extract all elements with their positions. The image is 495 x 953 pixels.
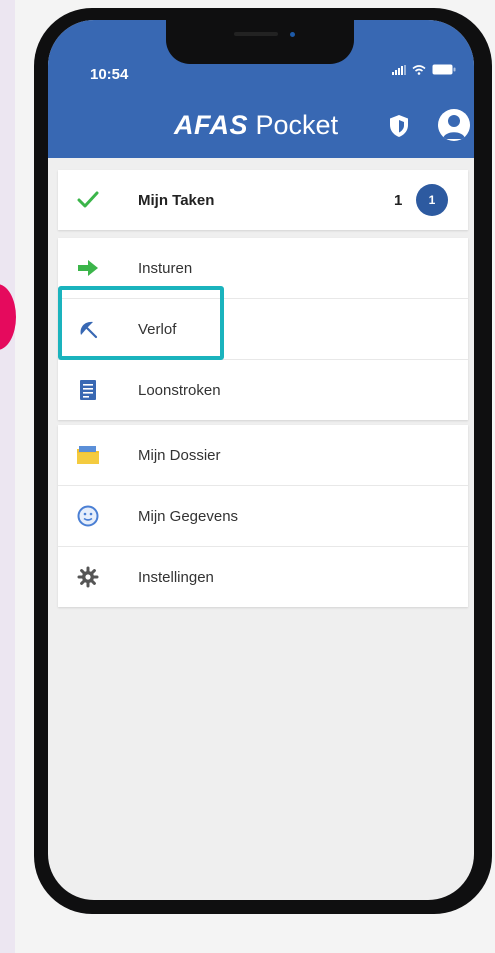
menu-item-label: Insturen bbox=[138, 259, 193, 277]
menu-item-label: Instellingen bbox=[138, 568, 214, 586]
status-icons bbox=[392, 64, 456, 75]
battery-icon bbox=[432, 64, 456, 75]
signal-icon bbox=[392, 64, 406, 75]
phone-notch bbox=[166, 20, 354, 64]
menu-item-label: Mijn Dossier bbox=[138, 446, 221, 464]
menu-item-mijn-gegevens[interactable]: Mijn Gegevens bbox=[58, 485, 468, 546]
menu-item-loonstroken[interactable]: Loonstroken bbox=[58, 359, 468, 420]
app-header: 10:54 AFAS Pocket bbox=[48, 20, 474, 158]
checkmark-icon bbox=[76, 188, 100, 212]
task-badge: 1 bbox=[416, 184, 448, 216]
brand-name: AFAS bbox=[174, 110, 249, 140]
menu-group-1: Insturen Verlof Loonstroken bbox=[58, 238, 468, 420]
app-screen: 10:54 AFAS Pocket Mijn Taken 1 1 Insture… bbox=[48, 20, 474, 900]
document-icon bbox=[76, 378, 100, 402]
brand-suffix: Pocket bbox=[255, 110, 339, 140]
user-avatar[interactable] bbox=[438, 109, 470, 141]
phone-frame: 10:54 AFAS Pocket Mijn Taken 1 1 Insture… bbox=[34, 8, 492, 914]
menu-item-mijn-dossier[interactable]: Mijn Dossier bbox=[58, 425, 468, 485]
shield-icon[interactable] bbox=[388, 114, 410, 138]
gear-icon bbox=[76, 565, 100, 589]
status-time: 10:54 bbox=[90, 66, 129, 83]
menu-item-label: Mijn Gegevens bbox=[138, 507, 239, 525]
menu-group-2: Mijn Dossier Mijn Gegevens Instellingen bbox=[58, 425, 468, 607]
task-count: 1 bbox=[394, 191, 403, 209]
front-camera bbox=[290, 32, 295, 37]
arrow-right-icon bbox=[76, 256, 100, 280]
tasks-card: Mijn Taken 1 1 bbox=[58, 170, 468, 230]
wifi-icon bbox=[412, 64, 426, 75]
umbrella-icon bbox=[76, 317, 100, 341]
menu-item-label: Loonstroken bbox=[138, 381, 221, 399]
menu-item-insturen[interactable]: Insturen bbox=[58, 238, 468, 298]
folder-icon bbox=[76, 443, 100, 467]
smiley-icon bbox=[76, 504, 100, 528]
menu-item-instellingen[interactable]: Instellingen bbox=[58, 546, 468, 607]
menu-item-label: Verlof bbox=[138, 320, 177, 338]
left-strip bbox=[0, 0, 15, 953]
menu-item-verlof[interactable]: Verlof bbox=[58, 298, 468, 359]
menu-item-label: Mijn Taken bbox=[138, 191, 215, 209]
app-logo: AFAS Pocket bbox=[174, 110, 338, 141]
menu-item-mijn-taken[interactable]: Mijn Taken 1 1 bbox=[58, 170, 468, 230]
user-icon bbox=[443, 115, 465, 139]
speaker-grille bbox=[234, 32, 278, 36]
